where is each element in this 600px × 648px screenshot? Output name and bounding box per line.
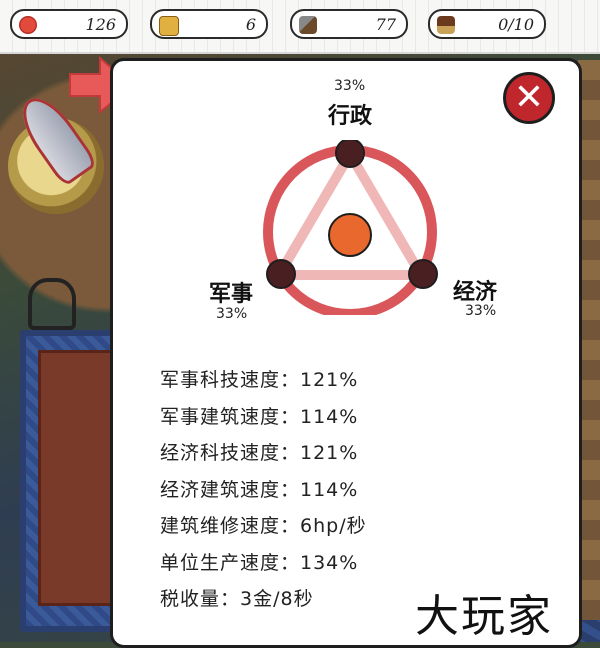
economy-label: 经济: [453, 280, 498, 305]
administration-node[interactable]: [335, 140, 365, 168]
stat-military-tech-speed: 军事科技速度：121%: [160, 369, 359, 391]
axe-icon: [299, 16, 317, 34]
stat-military-build-speed: 军事建筑速度：114%: [160, 405, 359, 428]
population-value: 0/10: [498, 15, 534, 34]
population-counter[interactable]: 0/10: [428, 9, 546, 39]
stat-economy-build-speed: 经济建筑速度：114%: [160, 478, 359, 501]
close-button[interactable]: ✕: [503, 72, 555, 124]
food-counter[interactable]: 126: [10, 9, 128, 39]
tomato-icon: [19, 16, 37, 34]
policy-stats-list: 军事科技速度：121% 军事建筑速度：114% 经济科技速度：121% 经济建筑…: [160, 362, 367, 618]
military-percent: 33%: [216, 306, 248, 322]
gold-value: 6: [245, 15, 256, 34]
food-value: 126: [85, 15, 116, 34]
administration-label: 行政: [328, 104, 373, 129]
stat-unit-production-speed: 单位生产速度：134%: [160, 551, 359, 574]
administration-percent: 33%: [334, 78, 366, 94]
economy-percent: 33%: [465, 303, 497, 319]
military-label: 军事: [209, 282, 254, 307]
watermark: 大玩家: [415, 591, 553, 642]
military-node[interactable]: [266, 259, 296, 289]
stat-economy-tech-speed: 经济科技速度：121%: [160, 442, 359, 464]
chair: [28, 278, 76, 330]
stat-repair-speed: 建筑维修速度：6hp/秒: [160, 515, 367, 537]
wood-value: 77: [375, 15, 396, 34]
stat-tax-income: 税收量：3金/8秒: [160, 588, 314, 610]
economy-node[interactable]: [408, 259, 438, 289]
policy-slider-knob[interactable]: [328, 213, 372, 257]
gold-counter[interactable]: 6: [150, 9, 268, 39]
resource-bar: 126 6 77 0/10: [0, 0, 600, 54]
crate-interior: [38, 350, 114, 606]
house-icon: [437, 16, 455, 34]
policy-triangle-diagram: [263, 140, 438, 315]
wood-counter[interactable]: 77: [290, 9, 408, 39]
close-icon: ✕: [513, 77, 545, 118]
gold-ore-icon: [159, 16, 179, 36]
